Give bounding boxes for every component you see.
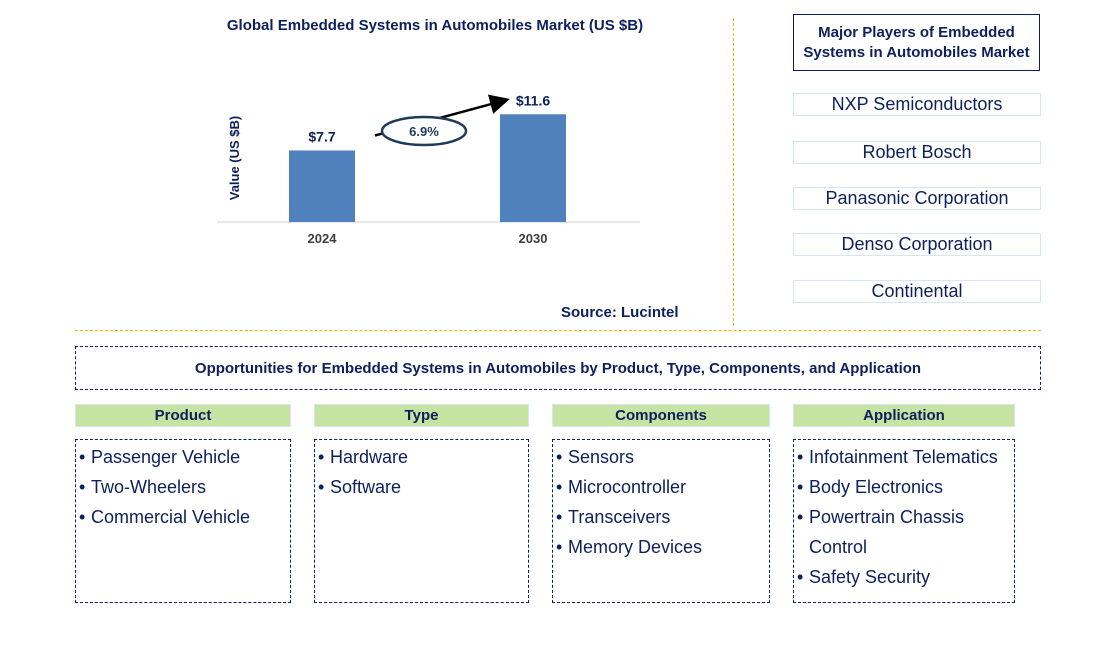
x-tick-label: 2030: [519, 231, 548, 246]
data-label: $7.7: [308, 129, 335, 145]
list-item: Hardware: [318, 442, 528, 472]
list-item: Body Electronics: [797, 472, 1014, 502]
list-item: Software: [318, 472, 528, 502]
data-label: $11.6: [516, 92, 550, 108]
list-item: Memory Devices: [556, 532, 769, 562]
horizontal-divider: [75, 330, 1041, 331]
list-item: Transceivers: [556, 502, 769, 532]
list-item: Two-Wheelers: [79, 472, 290, 502]
list-item: Safety Security: [797, 562, 1014, 592]
list-item: Passenger Vehicle: [79, 442, 290, 472]
category-header-type: Type: [314, 404, 529, 427]
player-item: NXP Semiconductors: [793, 93, 1041, 116]
vertical-divider: [733, 18, 734, 326]
chart-title: Global Embedded Systems in Automobiles M…: [226, 17, 644, 34]
category-header-product: Product: [75, 404, 291, 427]
category-list-product: Passenger Vehicle Two-Wheelers Commercia…: [75, 439, 291, 603]
opportunities-title: Opportunities for Embedded Systems in Au…: [75, 346, 1041, 390]
player-item: Continental: [793, 280, 1041, 303]
players-title: Major Players of Embedded Systems in Aut…: [793, 14, 1040, 71]
bar-chart: Value (US $B) $7.7 2024 $11.6 2030 6.9%: [217, 92, 640, 246]
list-item: Microcontroller: [556, 472, 769, 502]
player-item: Robert Bosch: [793, 141, 1041, 164]
list-item: Infotainment Telematics: [797, 442, 1014, 472]
category-list-components: Sensors Microcontroller Transceivers Mem…: [552, 439, 770, 603]
x-tick-label: 2024: [308, 231, 338, 246]
category-list-application: Infotainment Telematics Body Electronics…: [793, 439, 1015, 603]
list-item: Sensors: [556, 442, 769, 472]
list-item: Powertrain Chassis Control: [797, 502, 1014, 562]
source-label: Source: Lucintel: [561, 304, 679, 321]
cagr-annotation: 6.9%: [374, 94, 510, 147]
list-item: Commercial Vehicle: [79, 502, 290, 532]
player-item: Panasonic Corporation: [793, 187, 1041, 210]
category-list-type: Hardware Software: [314, 439, 529, 603]
bar-2024: [289, 150, 355, 222]
category-header-application: Application: [793, 404, 1015, 427]
category-header-components: Components: [552, 404, 770, 427]
cagr-label: 6.9%: [409, 124, 439, 139]
player-item: Denso Corporation: [793, 233, 1041, 256]
y-axis-label: Value (US $B): [227, 116, 242, 201]
bar-2030: [500, 114, 566, 222]
